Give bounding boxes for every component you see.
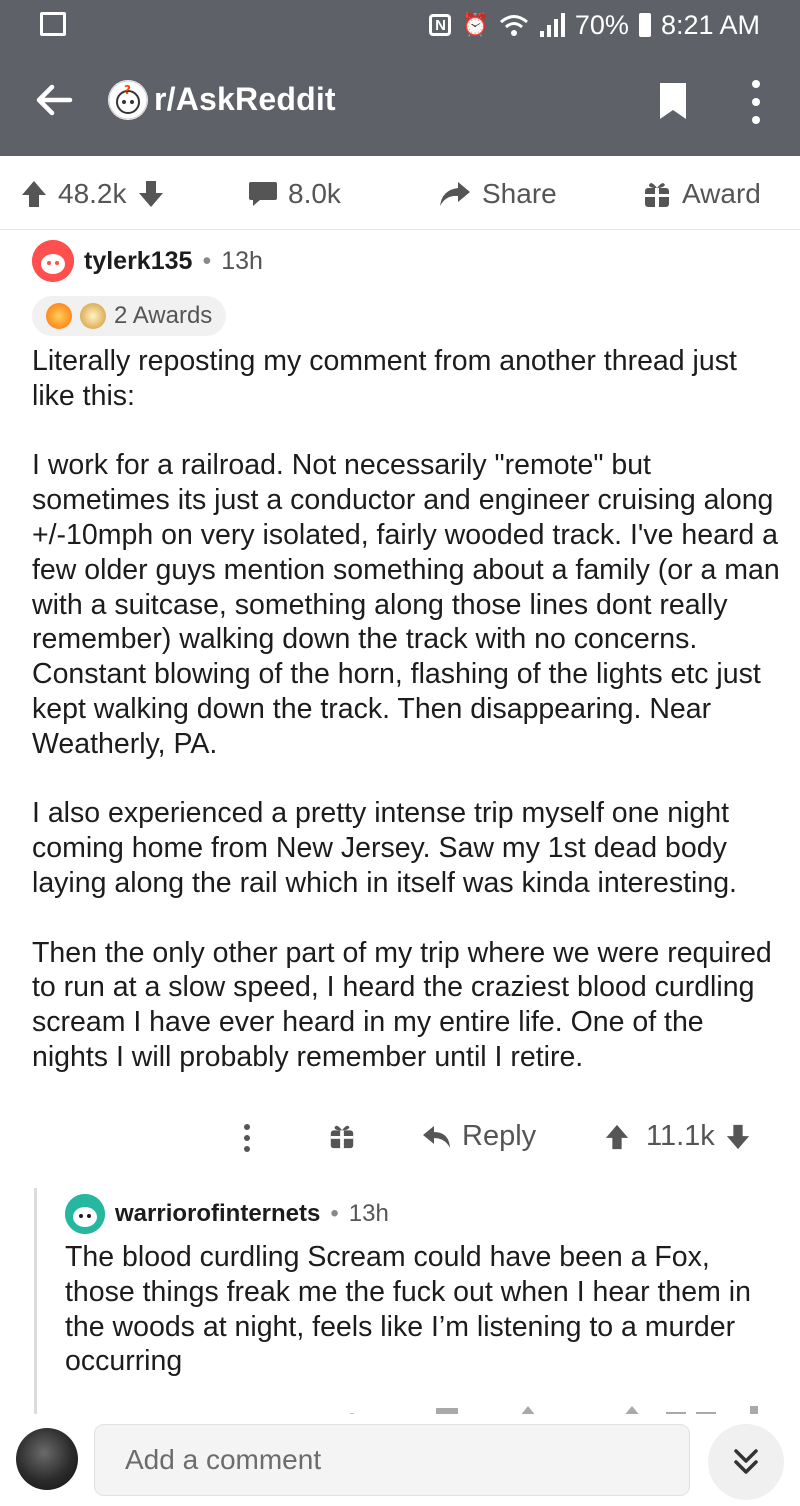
comments-count: 8.0k xyxy=(288,178,341,209)
more-options-icon[interactable] xyxy=(744,80,768,124)
comment-paragraph: I work for a railroad. Not necessarily "… xyxy=(32,449,780,760)
comment-time: 13h xyxy=(221,246,263,275)
status-icons: N ⏰ 70% 8:21 AM xyxy=(429,8,760,42)
comment-author[interactable]: tylerk135 xyxy=(84,247,192,276)
gift-icon xyxy=(645,183,669,207)
comment-body: Literally reposting my comment from anot… xyxy=(32,344,782,1075)
comment-vote-group: 11.1k xyxy=(604,1120,751,1153)
reply-button[interactable]: Reply xyxy=(422,1120,536,1153)
battery-percent: 70% xyxy=(574,9,629,40)
share-button[interactable]: Share xyxy=(438,178,557,210)
comment-actions: Reply 11.1k xyxy=(0,1118,800,1158)
reply-icon xyxy=(423,1125,450,1148)
comment-score: 11.1k xyxy=(646,1120,715,1152)
share-label: Share xyxy=(482,178,557,209)
status-bar: N ⏰ 70% 8:21 AM xyxy=(0,0,800,50)
award-icon xyxy=(46,303,72,329)
alarm-icon: ⏰ xyxy=(461,12,489,37)
subreddit-icon[interactable]: ? xyxy=(108,80,148,120)
post-action-bar: 48.2k 8.0k Share Award xyxy=(0,156,800,230)
back-arrow-icon[interactable] xyxy=(34,80,74,120)
wifi-icon xyxy=(499,15,528,36)
share-icon xyxy=(440,182,470,206)
add-comment-placeholder: Add a comment xyxy=(125,1444,322,1475)
downvote-icon[interactable] xyxy=(137,179,165,209)
comment-header: tylerk135 • 13h xyxy=(32,240,782,282)
comment-paragraph: I also experienced a pretty intense trip… xyxy=(32,797,737,899)
reply-label: Reply xyxy=(462,1120,537,1152)
downvote-icon[interactable] xyxy=(725,1123,751,1151)
notification-icon xyxy=(40,12,66,36)
clock: 8:21 AM xyxy=(660,9,760,40)
comments-button[interactable]: 8.0k xyxy=(248,178,341,210)
award-label: Award xyxy=(682,178,761,209)
award-icon xyxy=(80,303,106,329)
comment-composer-bar: Add a comment xyxy=(0,1414,800,1506)
post-vote-group: 48.2k xyxy=(20,178,165,210)
separator-dot: • xyxy=(330,1200,339,1227)
awards-label: 2 Awards xyxy=(114,302,213,329)
awards-badge[interactable]: 2 Awards xyxy=(32,296,227,336)
subreddit-title[interactable]: r/AskReddit xyxy=(154,81,336,118)
svg-text:?: ? xyxy=(124,83,131,97)
user-avatar[interactable] xyxy=(16,1428,78,1490)
add-comment-input[interactable]: Add a comment xyxy=(94,1424,690,1496)
signal-icon xyxy=(539,13,565,37)
avatar[interactable] xyxy=(32,240,74,282)
comment: tylerk135 • 13h 2 Awards Literally repos… xyxy=(32,240,782,1075)
reply-body: The blood curdling Scream could have bee… xyxy=(65,1241,751,1378)
award-button[interactable]: Award xyxy=(642,178,761,210)
app-bar: ? r/AskReddit xyxy=(0,50,800,156)
bookmark-icon[interactable] xyxy=(658,81,688,121)
reply-comment: warriorofinternets • 13h The blood curdl… xyxy=(65,1194,785,1379)
comment-more-icon[interactable] xyxy=(242,1122,252,1154)
comment-award-icon[interactable] xyxy=(328,1122,356,1150)
comment-paragraph: Literally reposting my comment from anot… xyxy=(32,345,737,412)
comment-paragraph: Then the only other part of my trip wher… xyxy=(32,936,772,1073)
nfc-icon: N xyxy=(429,14,452,36)
reply-header: warriorofinternets • 13h xyxy=(65,1194,785,1234)
separator-dot: • xyxy=(202,246,212,275)
reply-author[interactable]: warriorofinternets xyxy=(115,1200,320,1228)
battery-icon xyxy=(638,13,651,37)
post-score: 48.2k xyxy=(58,178,127,209)
double-chevron-down-icon xyxy=(734,1449,758,1474)
reply-time: 13h xyxy=(348,1200,389,1227)
upvote-icon[interactable] xyxy=(20,179,48,209)
reply-thread: warriorofinternets • 13h The blood curdl… xyxy=(34,1188,800,1418)
avatar[interactable] xyxy=(65,1194,105,1234)
upvote-icon[interactable] xyxy=(604,1123,630,1151)
collapse-threads-button[interactable] xyxy=(708,1424,784,1500)
comment-icon xyxy=(249,182,277,206)
